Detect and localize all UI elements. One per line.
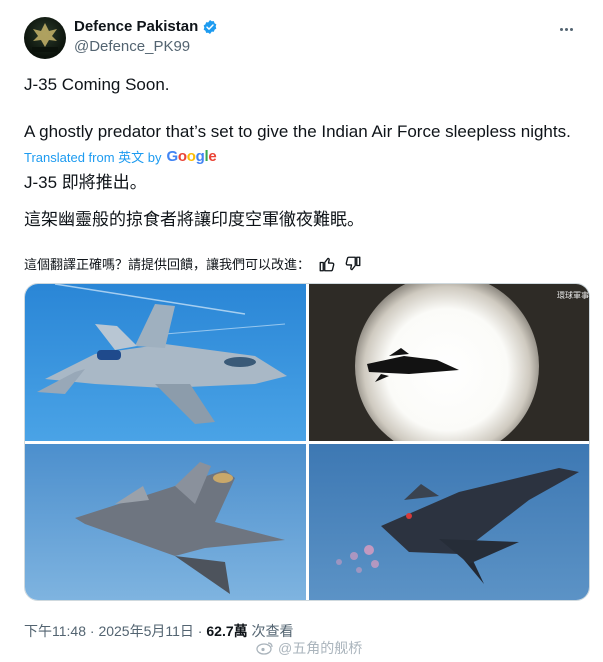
- meta-separator: ·: [86, 623, 99, 639]
- translated-label: Translated from 英文 by: [24, 150, 162, 165]
- meta-separator-2: ·: [193, 623, 207, 639]
- google-logo: Google: [166, 148, 217, 165]
- translated-text-line-1: J-35 即將推出。: [24, 173, 147, 192]
- translated-from-link[interactable]: Translated from 英文 by Google: [24, 147, 217, 166]
- author-name[interactable]: Defence Pakistan: [74, 18, 198, 35]
- media-grid: 環球軍事 Youth: [24, 283, 590, 601]
- weibo-watermark: @五角的舰桥: [256, 638, 362, 658]
- tweet-text-line-1: J-35 Coming Soon.: [24, 75, 170, 94]
- avatar[interactable]: [24, 17, 66, 59]
- tr-watermark: 環球軍事 Youth: [557, 290, 590, 300]
- views-count: 62.7萬: [206, 623, 248, 639]
- watermark-text: @五角的舰桥: [278, 640, 363, 656]
- tweet-date[interactable]: 2025年5月11日: [98, 623, 193, 639]
- photo-jet-top-left[interactable]: [25, 284, 306, 441]
- photo-jet-silhouette-sun[interactable]: 環球軍事 Youth: [309, 284, 590, 441]
- verified-badge-icon: [203, 19, 217, 34]
- photo-jet-bottom-left[interactable]: [25, 444, 306, 600]
- author-handle[interactable]: @Defence_PK99: [74, 38, 190, 55]
- thumbs-up-icon[interactable]: [318, 255, 336, 273]
- views-label: 次查看: [247, 623, 294, 639]
- tweet-time[interactable]: 下午11:48: [24, 623, 86, 639]
- translated-text-line-2: 這架幽靈般的掠食者將讓印度空軍徹夜難眠。: [24, 210, 364, 229]
- more-options-icon[interactable]: [560, 22, 580, 36]
- tweet-header: Defence Pakistan @Defence_PK99: [24, 14, 584, 62]
- feedback-prompt: 這個翻譯正確嗎？請提供回饋，讓我們可以改進：: [24, 257, 311, 272]
- photo-jet-afterburner[interactable]: [309, 444, 589, 600]
- thumbs-down-icon[interactable]: [344, 255, 362, 273]
- tweet-text-line-2: A ghostly predator that’s set to give th…: [24, 122, 571, 141]
- tweet-meta: 下午11:48 · 2025年5月11日 · 62.7萬 次查看: [24, 621, 294, 641]
- weibo-icon: [256, 642, 273, 655]
- translation-feedback: 這個翻譯正確嗎？請提供回饋，讓我們可以改進：: [24, 254, 362, 273]
